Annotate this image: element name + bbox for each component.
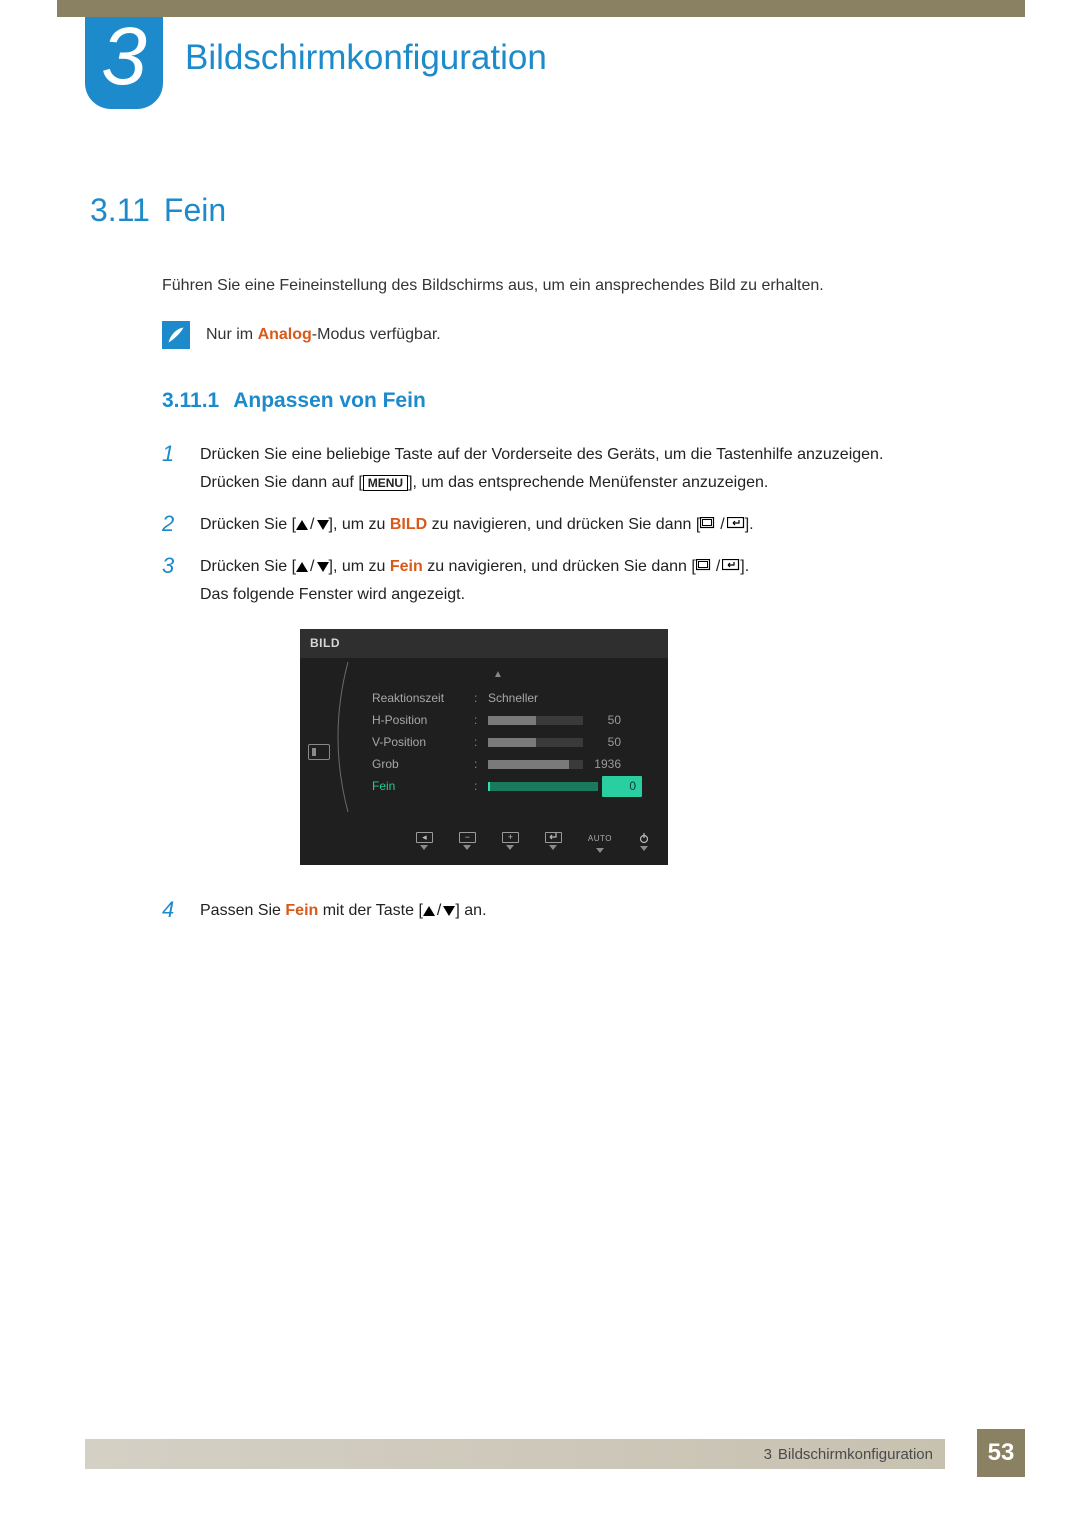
osd-row-h-position: H-Position : 50 (342, 710, 654, 732)
osd-plus-icon: + (502, 832, 519, 853)
osd-minus-icon: − (459, 832, 476, 853)
osd-category-icon (308, 744, 330, 760)
step-number: 4 (162, 897, 182, 925)
osd-row-v-position: V-Position : 50 (342, 732, 654, 754)
source-icon (696, 553, 714, 581)
osd-row-reaktionszeit: Reaktionszeit : Schneller (342, 688, 654, 710)
section-heading: 3.11 Fein (90, 192, 990, 229)
up-triangle-icon (423, 906, 435, 916)
nav-target: Fein (390, 558, 423, 575)
osd-slider-fill (488, 716, 536, 725)
osd-slider (488, 782, 598, 791)
osd-row-grob: Grob : 1936 (342, 754, 654, 776)
step-body: Drücken Sie [/], um zu Fein zu navigiere… (200, 553, 990, 883)
footer-chapter-number: 3 (764, 1446, 772, 1463)
osd-slider (488, 760, 583, 769)
step-1: 1 Drücken Sie eine beliebige Taste auf d… (162, 441, 990, 497)
osd-slider (488, 738, 583, 747)
osd-auto-label: AUTO (588, 832, 612, 853)
down-triangle-icon (317, 562, 329, 572)
nav-target: BILD (390, 516, 427, 533)
step-body: Drücken Sie eine beliebige Taste auf der… (200, 441, 990, 497)
osd-slider (488, 716, 583, 725)
note-highlight: Analog (258, 326, 312, 343)
note-icon (162, 321, 190, 349)
adjust-target: Fein (285, 902, 318, 919)
step-number: 3 (162, 553, 182, 883)
osd-back-icon: ◂ (416, 832, 433, 853)
osd-enter-icon (545, 832, 562, 853)
section-intro: Führen Sie eine Feineinstellung des Bild… (162, 277, 990, 295)
top-accent-bar (57, 0, 1025, 17)
osd-panel: BILD ▲ Reaktionszeit : Schneller H-Posit… (300, 629, 668, 865)
subsection-number: 3.11.1 (162, 389, 219, 412)
page-number: 53 (988, 1439, 1015, 1467)
osd-footer: ◂ − + AUTO (300, 828, 668, 855)
step-3: 3 Drücken Sie [/], um zu Fein zu navigie… (162, 553, 990, 883)
osd-slider-fill (488, 760, 569, 769)
source-icon (700, 511, 718, 539)
subsection-title: Anpassen von Fein (233, 389, 426, 412)
step-number: 2 (162, 511, 182, 539)
osd-curve-decoration (334, 662, 350, 812)
up-triangle-icon (296, 562, 308, 572)
chapter-badge: 3 (85, 17, 163, 109)
section: 3.11 Fein Führen Sie eine Feineinstellung… (90, 192, 990, 939)
note-text: Nur im Analog-Modus verfügbar. (206, 326, 441, 344)
steps-list: 1 Drücken Sie eine beliebige Taste auf d… (162, 441, 990, 925)
enter-icon (722, 553, 740, 581)
osd-slider-fill (488, 782, 490, 791)
down-triangle-icon (443, 906, 455, 916)
step-body: Passen Sie Fein mit der Taste [/] an. (200, 897, 990, 925)
menu-key-icon: MENU (363, 475, 408, 491)
step-number: 1 (162, 441, 182, 497)
osd-slider-fill (488, 738, 536, 747)
step-body: Drücken Sie [/], um zu BILD zu navigiere… (200, 511, 990, 539)
step-4: 4 Passen Sie Fein mit der Taste [/] an. (162, 897, 990, 925)
osd-power-icon (638, 832, 650, 853)
osd-row-fein-active: Fein : 0 (342, 776, 654, 798)
down-triangle-icon (317, 520, 329, 530)
osd-scroll-up-icon: ▲ (342, 666, 654, 684)
step-2: 2 Drücken Sie [/], um zu BILD zu navigie… (162, 511, 990, 539)
up-triangle-icon (296, 520, 308, 530)
page-number-badge: 53 (977, 1429, 1025, 1477)
footer-bar: 3 Bildschirmkonfiguration (85, 1439, 945, 1469)
section-title: Fein (164, 192, 226, 228)
chapter-title: Bildschirmkonfiguration (185, 38, 547, 78)
subsection-heading: 3.11.1 Anpassen von Fein (162, 389, 990, 413)
section-number: 3.11 (90, 192, 150, 228)
footer-chapter-title: Bildschirmkonfiguration (778, 1446, 933, 1463)
note-row: Nur im Analog-Modus verfügbar. (162, 321, 990, 349)
enter-icon (727, 511, 745, 539)
osd-title: BILD (300, 629, 668, 658)
osd-body: ▲ Reaktionszeit : Schneller H-Position :… (300, 658, 668, 828)
chapter-number: 3 (101, 16, 147, 98)
